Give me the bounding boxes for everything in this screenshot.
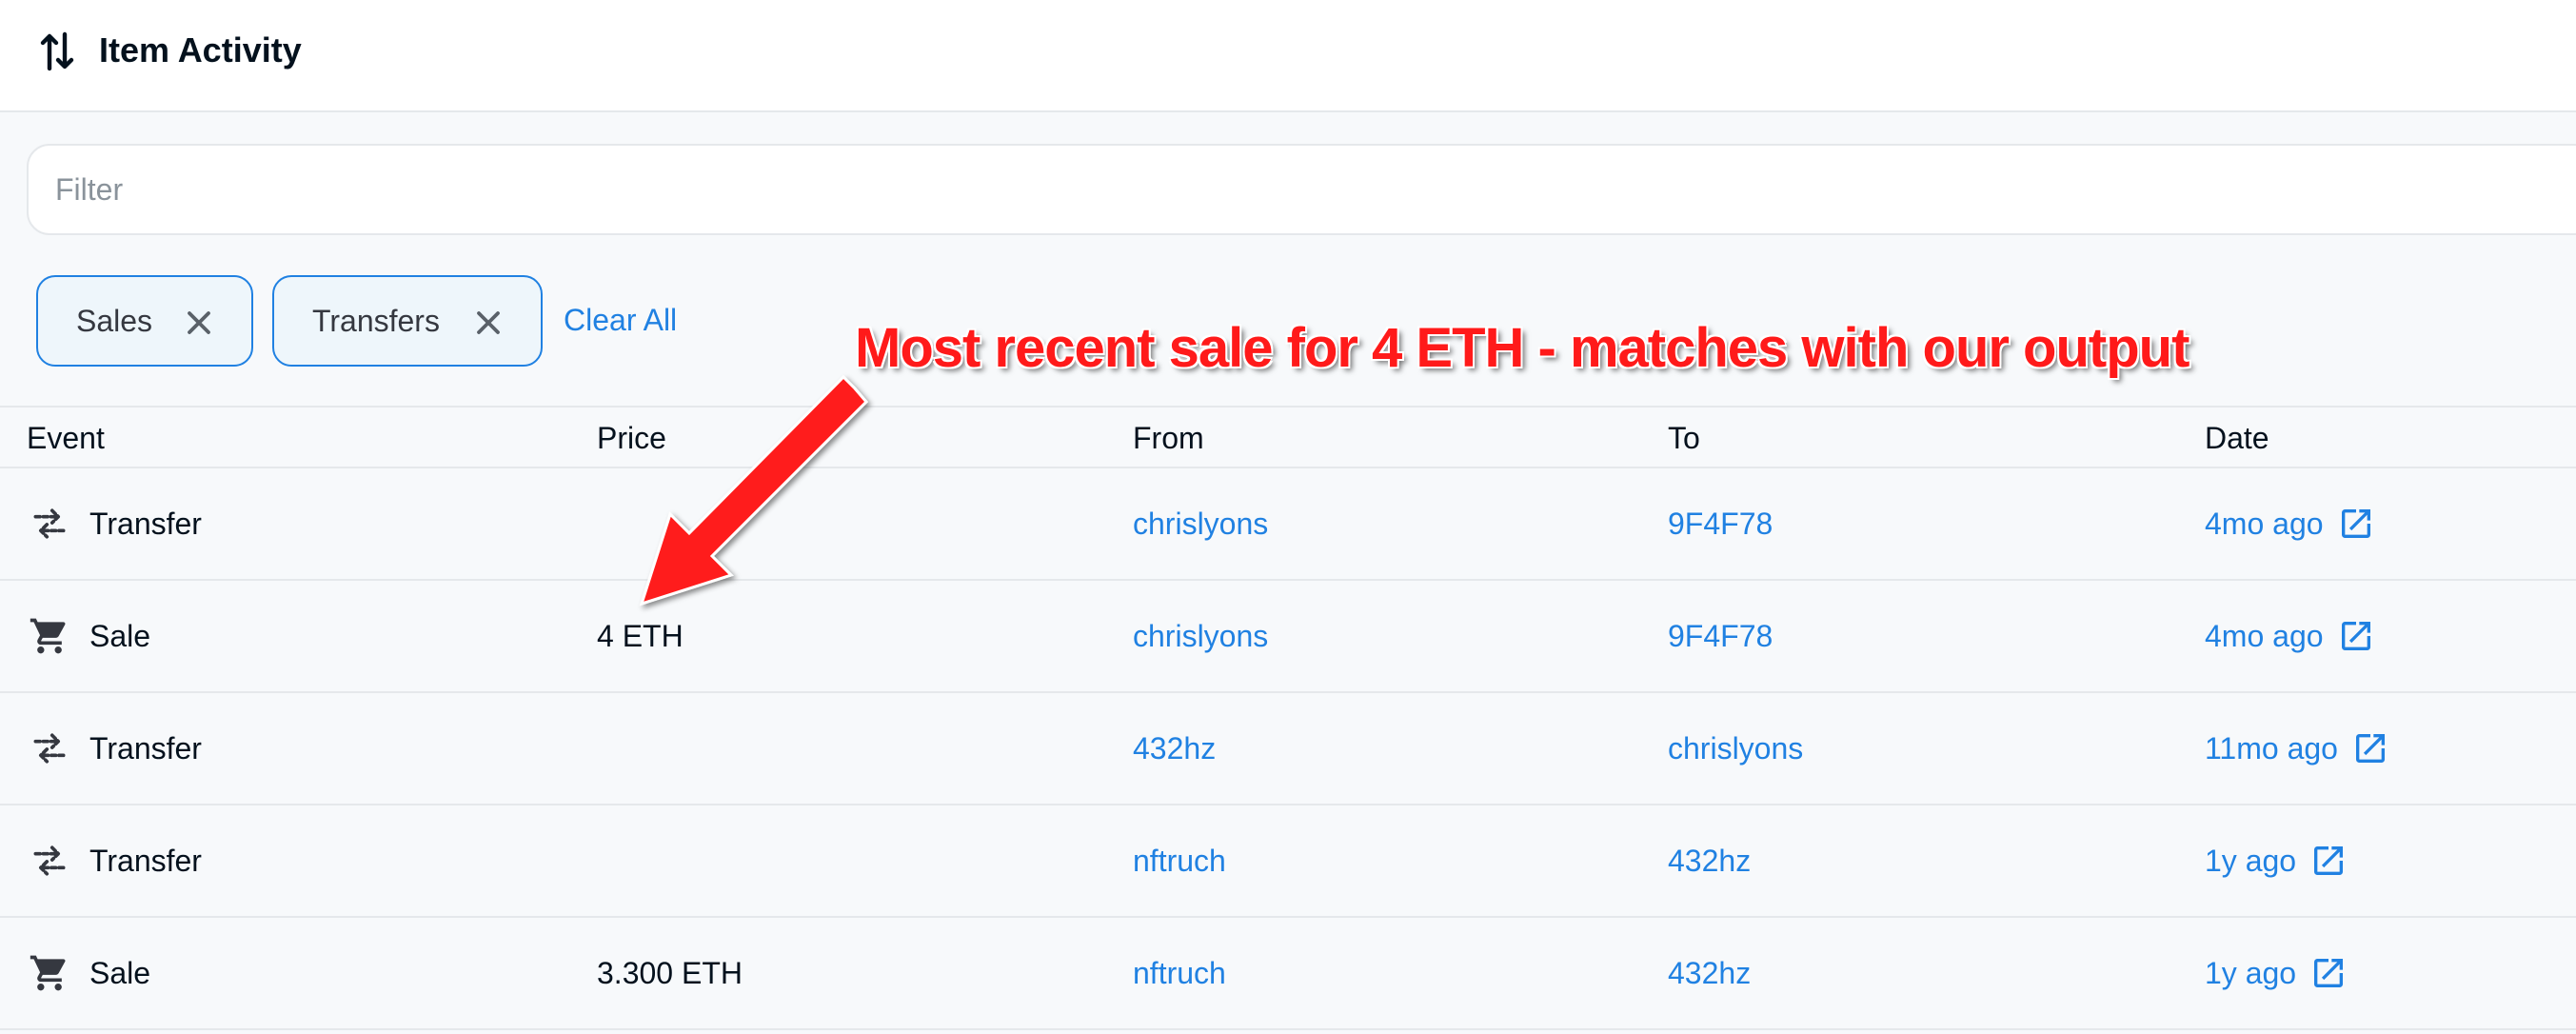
clear-all-button[interactable]: Clear All bbox=[564, 301, 677, 339]
filter-chip-sales[interactable]: Sales bbox=[36, 275, 253, 367]
table-row[interactable]: Transfer 432hz chrislyons 11mo ago bbox=[0, 691, 2576, 804]
table-row[interactable]: Transfer chrislyons 9F4F78 4mo ago bbox=[0, 467, 2576, 579]
chip-label: Transfers bbox=[312, 303, 440, 338]
column-header-from: From bbox=[1133, 421, 1204, 455]
close-icon[interactable] bbox=[185, 308, 213, 337]
external-link-icon[interactable] bbox=[2337, 617, 2375, 655]
external-link-icon[interactable] bbox=[2351, 729, 2389, 767]
date-label: 11mo ago bbox=[2205, 730, 2338, 766]
date-label: 4mo ago bbox=[2205, 506, 2324, 541]
header: Item Activity bbox=[0, 0, 2576, 112]
event-label: Transfer bbox=[89, 843, 202, 878]
column-header-date: Date bbox=[2205, 421, 2269, 455]
table-row[interactable]: Transfer nftruch 432hz 1y ago bbox=[0, 804, 2576, 916]
external-link-icon[interactable] bbox=[2309, 954, 2348, 992]
external-link-icon[interactable] bbox=[2309, 842, 2348, 880]
divider bbox=[0, 1028, 2576, 1030]
chip-label: Sales bbox=[76, 303, 153, 338]
from-link[interactable]: nftruch bbox=[1133, 918, 1226, 1028]
event-cell: Transfer bbox=[29, 693, 202, 804]
transfer-icon bbox=[29, 840, 70, 882]
annotation-callout: Most recent sale for 4 ETH - matches wit… bbox=[855, 317, 2190, 379]
date-link[interactable]: 4mo ago bbox=[2205, 581, 2375, 691]
event-label: Sale bbox=[89, 955, 151, 990]
date-link[interactable]: 1y ago bbox=[2205, 918, 2348, 1028]
table-row[interactable]: Sale 3.300 ETH nftruch 432hz 1y ago bbox=[0, 916, 2576, 1028]
page-title: Item Activity bbox=[99, 30, 302, 70]
filter-chip-transfers[interactable]: Transfers bbox=[272, 275, 543, 367]
from-link[interactable]: chrislyons bbox=[1133, 581, 1268, 691]
annotation-arrow bbox=[639, 374, 869, 606]
table-row[interactable]: Sale 4 ETH chrislyons 9F4F78 4mo ago bbox=[0, 579, 2576, 691]
event-cell: Transfer bbox=[29, 468, 202, 579]
date-link[interactable]: 1y ago bbox=[2205, 805, 2348, 916]
external-link-icon[interactable] bbox=[2337, 505, 2375, 543]
divider bbox=[0, 406, 2576, 408]
transfer-icon bbox=[29, 503, 70, 545]
from-link[interactable]: chrislyons bbox=[1133, 468, 1268, 579]
to-link[interactable]: 9F4F78 bbox=[1668, 581, 1773, 691]
event-label: Sale bbox=[89, 618, 151, 653]
from-link[interactable]: nftruch bbox=[1133, 805, 1226, 916]
price-cell: 3.300 ETH bbox=[597, 955, 743, 990]
from-link[interactable]: 432hz bbox=[1133, 693, 1216, 804]
to-link[interactable]: 432hz bbox=[1668, 805, 1751, 916]
date-link[interactable]: 4mo ago bbox=[2205, 468, 2375, 579]
to-link[interactable]: 432hz bbox=[1668, 918, 1751, 1028]
date-label: 1y ago bbox=[2205, 843, 2297, 878]
close-icon[interactable] bbox=[474, 308, 503, 337]
date-link[interactable]: 11mo ago bbox=[2205, 693, 2389, 804]
event-cell: Transfer bbox=[29, 805, 202, 916]
sort-arrows-icon bbox=[40, 31, 74, 71]
filter-input[interactable] bbox=[27, 144, 2576, 235]
event-cell: Sale bbox=[29, 918, 150, 1028]
event-label: Transfer bbox=[89, 730, 202, 766]
date-label: 4mo ago bbox=[2205, 618, 2324, 653]
column-header-event: Event bbox=[27, 421, 105, 455]
date-label: 1y ago bbox=[2205, 955, 2297, 990]
to-link[interactable]: chrislyons bbox=[1668, 693, 1803, 804]
column-header-to: To bbox=[1668, 421, 1700, 455]
event-label: Transfer bbox=[89, 506, 202, 541]
to-link[interactable]: 9F4F78 bbox=[1668, 468, 1773, 579]
event-cell: Sale bbox=[29, 581, 150, 691]
cart-icon bbox=[29, 615, 70, 657]
cart-icon bbox=[29, 952, 70, 994]
transfer-icon bbox=[29, 727, 70, 769]
